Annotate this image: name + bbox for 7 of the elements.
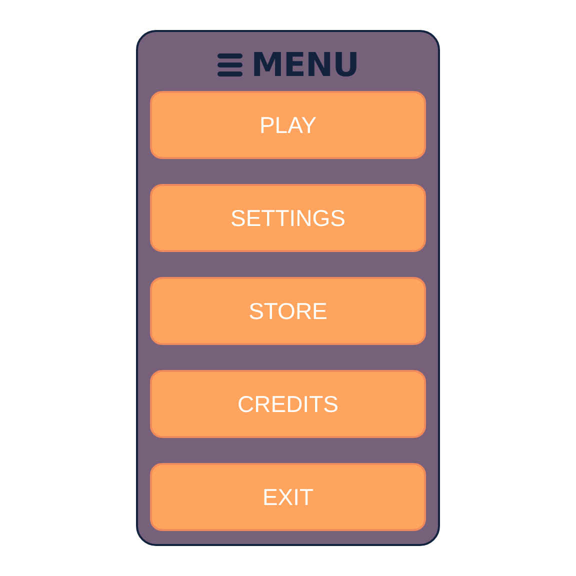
menu-icon — [217, 52, 244, 76]
menu-button[interactable]: SETTINGS — [150, 184, 426, 252]
menu-button[interactable]: CREDITS — [150, 370, 426, 438]
menu-button[interactable]: PLAY — [150, 91, 426, 159]
menu-title: MENU — [251, 48, 359, 81]
menu-button[interactable]: EXIT — [150, 463, 426, 531]
menu-button[interactable]: STORE — [150, 277, 426, 345]
